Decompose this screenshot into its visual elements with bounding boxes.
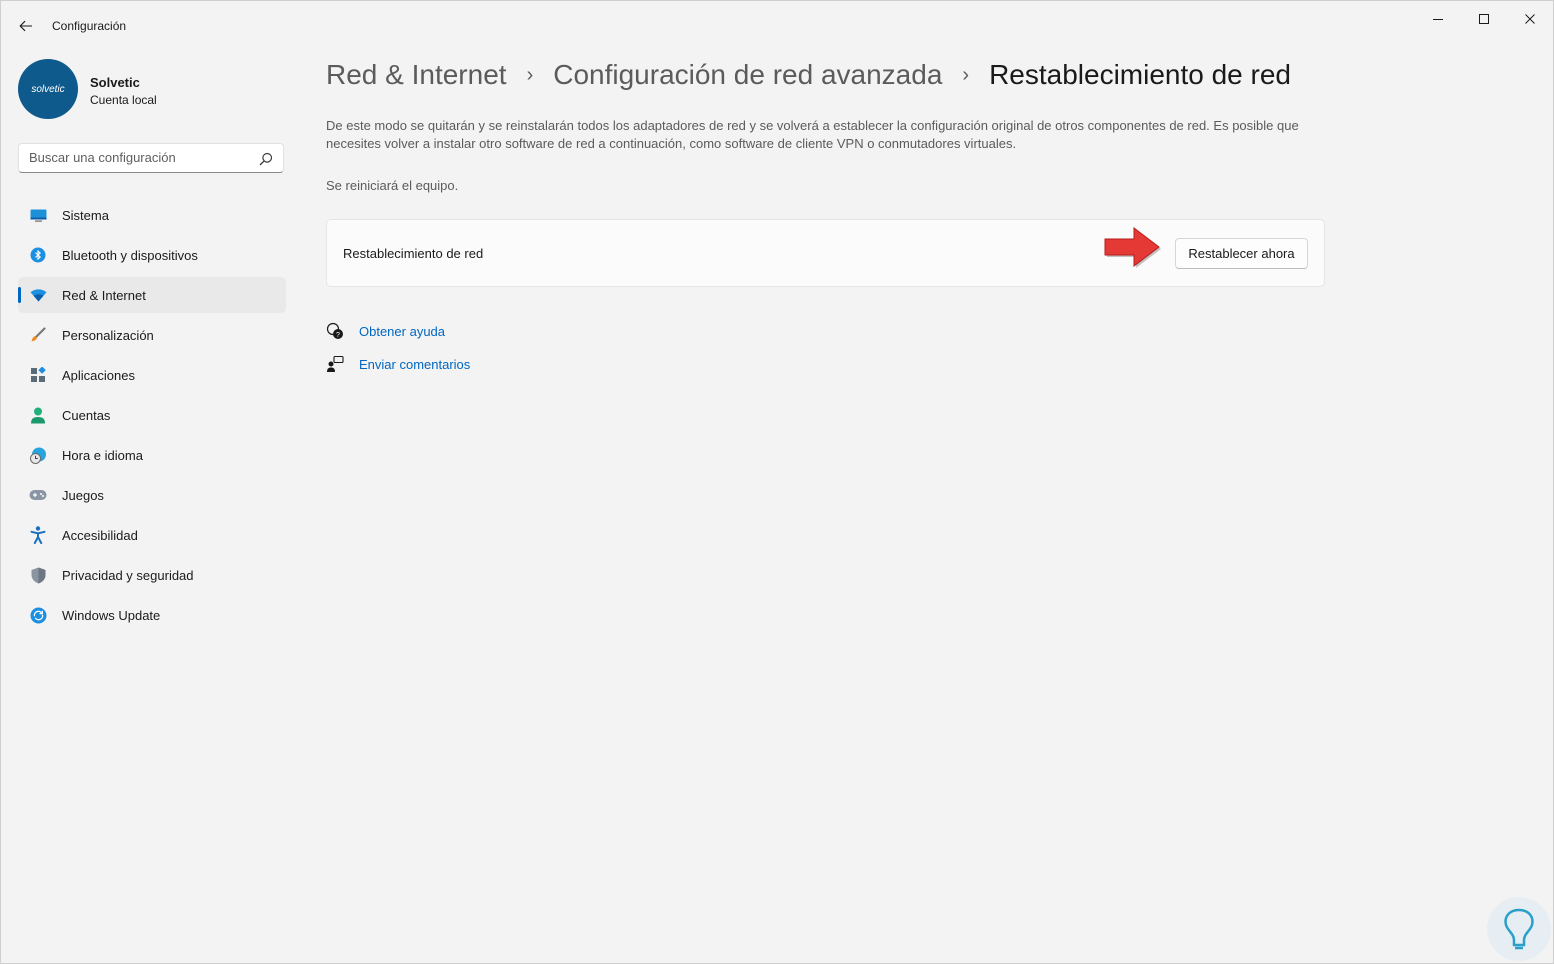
- profile-name: Solvetic: [90, 75, 140, 90]
- minimize-button[interactable]: [1415, 5, 1461, 33]
- get-help-link[interactable]: Obtener ayuda: [359, 324, 445, 339]
- search-input[interactable]: [29, 150, 249, 165]
- person-speech-icon: [1504, 908, 1534, 950]
- sidebar-item-accesibilidad[interactable]: Accesibilidad: [18, 517, 286, 553]
- title-bar: Configuración: [1, 1, 1553, 49]
- chevron-right-icon: ›: [526, 63, 534, 86]
- breadcrumb-red-internet[interactable]: Red & Internet: [326, 59, 507, 91]
- sidebar-item-personalizacion[interactable]: Personalización: [18, 317, 286, 353]
- sidebar-item-windows-update[interactable]: Windows Update: [18, 597, 286, 633]
- avatar-text: solvetic: [31, 83, 65, 95]
- reset-description: De este modo se quitarán y se reinstalar…: [326, 118, 1299, 151]
- reset-now-button[interactable]: Restablecer ahora: [1175, 238, 1308, 269]
- sidebar-item-label: Aplicaciones: [62, 368, 135, 383]
- shield-icon: [29, 566, 47, 584]
- person-icon: [29, 406, 47, 424]
- page-title: Restablecimiento de red: [989, 59, 1292, 90]
- arrow-left-icon: [19, 20, 32, 32]
- help-chat-icon: ?: [326, 322, 344, 340]
- monitor-icon: [29, 206, 47, 224]
- gamepad-icon: [29, 486, 47, 504]
- globe-clock-icon: [29, 446, 47, 464]
- send-feedback-link[interactable]: Enviar comentarios: [359, 357, 470, 372]
- bluetooth-icon: [29, 246, 47, 264]
- settings-window: Configuración solvetic Solvetic Cuenta l…: [0, 0, 1554, 964]
- sidebar-item-label: Accesibilidad: [62, 528, 138, 543]
- search-box: [18, 143, 284, 173]
- network-reset-card: Restablecimiento de red Restablecer ahor…: [326, 219, 1325, 287]
- chevron-right-icon: ›: [962, 63, 970, 86]
- sidebar-item-label: Cuentas: [62, 408, 111, 423]
- sidebar-item-label: Windows Update: [62, 608, 161, 623]
- sidebar-item-label: Juegos: [62, 488, 104, 503]
- sidebar-item-cuentas[interactable]: Cuentas: [18, 397, 286, 433]
- accessibility-icon: [29, 526, 47, 544]
- maximize-button[interactable]: [1461, 5, 1507, 33]
- profile-account-type: Cuenta local: [90, 93, 157, 107]
- svg-text:?: ?: [336, 332, 340, 339]
- sidebar-nav: Sistema Bluetooth y dispositivos Red & I…: [18, 197, 286, 637]
- paintbrush-icon: [29, 326, 47, 344]
- search-icon[interactable]: [259, 152, 273, 166]
- sidebar-item-label: Red & Internet: [62, 288, 146, 303]
- sync-icon: [29, 606, 47, 624]
- sidebar-item-red-internet[interactable]: Red & Internet: [18, 277, 286, 313]
- restart-note: Se reiniciará el equipo.: [326, 178, 459, 193]
- send-feedback-row: Enviar comentarios: [326, 355, 470, 373]
- close-icon: [1525, 14, 1535, 24]
- feedback-icon: [326, 355, 344, 373]
- sidebar-item-label: Personalización: [62, 328, 154, 343]
- sidebar-item-aplicaciones[interactable]: Aplicaciones: [18, 357, 286, 393]
- wifi-icon: [29, 286, 47, 304]
- avatar: solvetic: [18, 59, 78, 119]
- sidebar-item-label: Hora e idioma: [62, 448, 143, 463]
- app-title: Configuración: [52, 19, 127, 33]
- sidebar-item-hora-idioma[interactable]: Hora e idioma: [18, 437, 286, 473]
- back-button[interactable]: [13, 13, 39, 39]
- sidebar-item-sistema[interactable]: Sistema: [18, 197, 286, 233]
- maximize-icon: [1479, 14, 1489, 24]
- sidebar-item-label: Privacidad y seguridad: [62, 568, 194, 583]
- sidebar-item-label: Sistema: [62, 208, 109, 223]
- sidebar-item-juegos[interactable]: Juegos: [18, 477, 286, 513]
- network-reset-label: Restablecimiento de red: [343, 246, 484, 261]
- sidebar-item-bluetooth[interactable]: Bluetooth y dispositivos: [18, 237, 286, 273]
- solvetic-watermark-logo: [1487, 897, 1551, 961]
- red-arrow-annotation-icon: [1104, 226, 1161, 268]
- apps-icon: [29, 366, 47, 384]
- breadcrumb: Red & Internet › Configuración de red av…: [326, 59, 1291, 91]
- get-help-row: ? Obtener ayuda: [326, 322, 445, 340]
- minimize-icon: [1433, 19, 1443, 20]
- sidebar-item-privacidad[interactable]: Privacidad y seguridad: [18, 557, 286, 593]
- sidebar-item-label: Bluetooth y dispositivos: [62, 248, 198, 263]
- close-button[interactable]: [1507, 5, 1553, 33]
- breadcrumb-config-red-avanzada[interactable]: Configuración de red avanzada: [553, 59, 942, 91]
